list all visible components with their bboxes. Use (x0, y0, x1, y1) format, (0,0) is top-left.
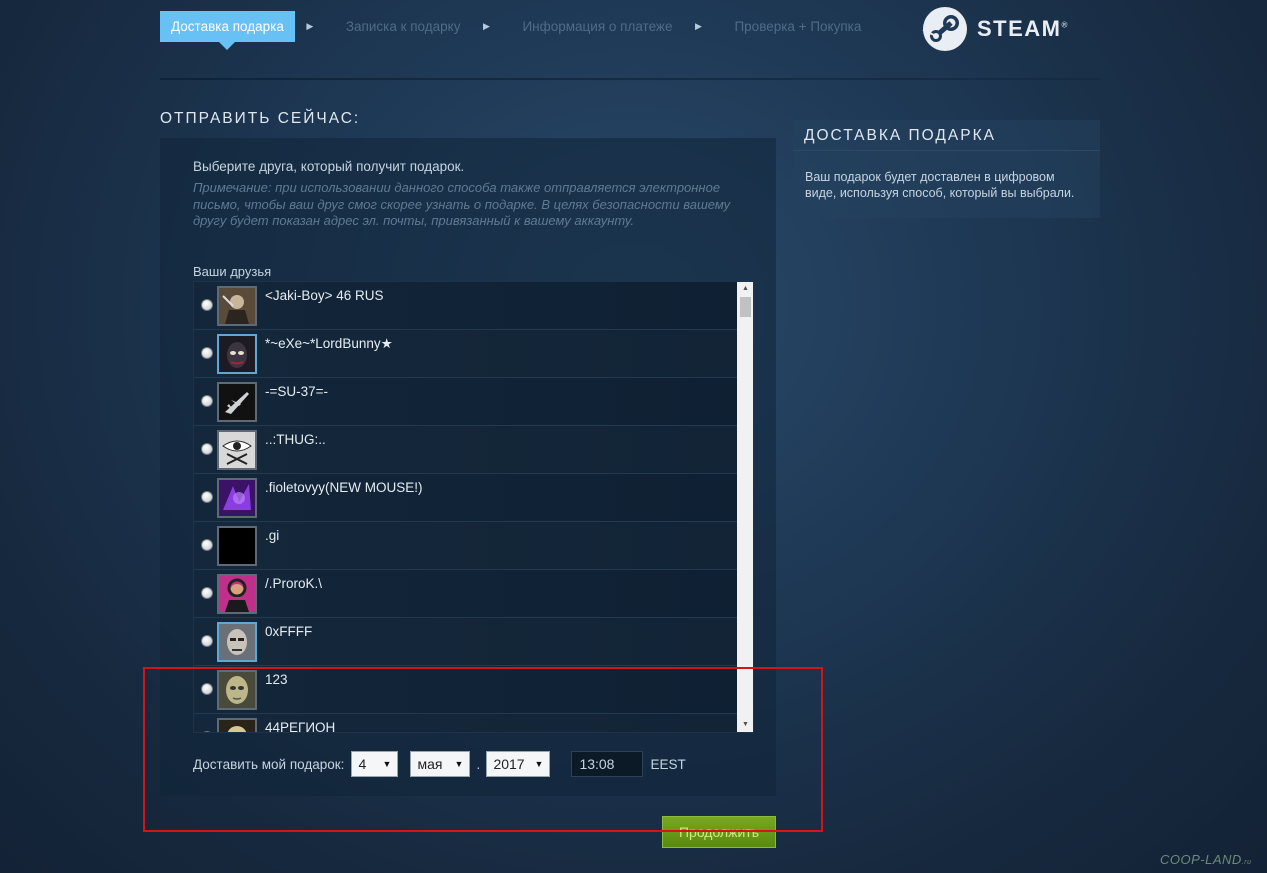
friends-scrollbar[interactable]: ▲ ▼ (737, 282, 753, 732)
warrior-avatar (217, 286, 257, 326)
friend-radio[interactable] (201, 299, 213, 311)
friend-radio[interactable] (201, 491, 213, 503)
friend-name: 44РЕГИОН (265, 720, 336, 733)
step-payment-info[interactable]: Информация о платеже (511, 11, 683, 42)
friend-radio[interactable] (201, 395, 213, 407)
purple-abstract-avatar (217, 478, 257, 518)
email-notice: Примечание: при использовании данного сп… (193, 180, 731, 228)
scroll-up-arrow-icon[interactable]: ▲ (737, 282, 753, 296)
friends-list-label: Ваши друзья (193, 264, 272, 279)
send-now-heading: ОТПРАВИТЬ СЕЙЧАС: (160, 110, 361, 127)
watermark: COOP-LAND.ru (1160, 852, 1252, 867)
friend-radio[interactable] (201, 443, 213, 455)
friend-radio[interactable] (201, 539, 213, 551)
friend-row[interactable]: *~eXe~*LordBunny★ (194, 330, 737, 378)
friend-row[interactable]: -=SU-37=- (194, 378, 737, 426)
steam-wordmark: STEAM® (977, 16, 1069, 41)
friend-row[interactable]: .fioletovyy(NEW MOUSE!) (194, 474, 737, 522)
year-select[interactable]: 2017 ▼ (486, 751, 551, 777)
eye-symbol-avatar (217, 430, 257, 470)
info-box-text: Ваш подарок будет доставлен в цифровом в… (805, 170, 1075, 200)
select-friend-instruction: Выберите друга, который получит подарок. (193, 159, 465, 174)
header-divider (160, 78, 1100, 80)
scroll-thumb[interactable] (740, 297, 751, 317)
friend-name: *~eXe~*LordBunny★ (265, 336, 393, 351)
skull-avatar (217, 718, 257, 732)
friend-row[interactable]: /.ProroK.\ (194, 570, 737, 618)
friend-row[interactable]: 123 (194, 666, 737, 714)
alien-face-avatar (217, 670, 257, 710)
chevron-down-icon: ▼ (382, 759, 392, 769)
steam-logo-icon (922, 7, 967, 51)
friend-row[interactable]: .gi (194, 522, 737, 570)
friend-name: 123 (265, 672, 288, 687)
step-gift-delivery[interactable]: Доставка подарка (160, 11, 295, 50)
face-portrait-avatar (217, 622, 257, 662)
gift-recipient-panel: Выберите друга, который получит подарок.… (160, 138, 776, 796)
step-arrow-icon: ▶ (483, 21, 490, 31)
friend-radio[interactable] (201, 587, 213, 599)
friend-name: .fioletovyy(NEW MOUSE!) (265, 480, 423, 495)
steam-logo[interactable]: STEAM® (922, 6, 1069, 52)
gift-delivery-info-box: ДОСТАВКА ПОДАРКА Ваш подарок будет доста… (793, 120, 1100, 218)
friend-row[interactable]: <Jaki-Boy> 46 RUS (194, 282, 737, 330)
day-select[interactable]: 4 ▼ (351, 751, 399, 777)
day-value: 4 (358, 756, 367, 772)
friends-list: <Jaki-Boy> 46 RUS *~eXe~*LordBunny★ -=SU-3… (193, 281, 754, 733)
delivery-date-row: Доставить мой подарок: 4 ▼ мая ▼ . 2017 … (193, 751, 686, 777)
masked-face-avatar (217, 334, 257, 374)
jet-fighter-avatar (217, 382, 257, 422)
scroll-down-arrow-icon[interactable]: ▼ (737, 718, 753, 732)
black-square-avatar (217, 526, 257, 566)
date-separator: . (476, 756, 481, 772)
checkout-steps: Доставка подарка ▶ Записка к подарку ▶ И… (160, 11, 872, 50)
friend-radio[interactable] (201, 347, 213, 359)
step-gift-note[interactable]: Записка к подарку (335, 11, 472, 42)
friend-name: -=SU-37=- (265, 384, 329, 399)
step-arrow-icon: ▶ (695, 21, 702, 31)
time-input[interactable]: 13:08 (571, 751, 644, 777)
step-arrow-icon: ▶ (306, 21, 314, 31)
month-value: мая (417, 756, 443, 772)
friend-radio[interactable] (201, 683, 213, 695)
info-box-title: ДОСТАВКА ПОДАРКА (793, 120, 1100, 151)
friend-name: ..:THUG:.. (265, 432, 326, 447)
friend-name: .gi (265, 528, 280, 543)
month-select[interactable]: мая ▼ (410, 751, 471, 777)
friend-row[interactable]: 0xFFFF (194, 618, 737, 666)
continue-button[interactable]: Продолжить (662, 816, 776, 848)
friend-radio[interactable] (201, 731, 213, 732)
chevron-down-icon: ▼ (534, 759, 544, 769)
friend-radio[interactable] (201, 635, 213, 647)
pink-portrait-avatar (217, 574, 257, 614)
friend-name: /.ProroK.\ (265, 576, 323, 591)
friend-row[interactable]: 44РЕГИОН (194, 714, 737, 733)
friend-name: <Jaki-Boy> 46 RUS (265, 288, 384, 303)
year-value: 2017 (493, 756, 525, 772)
timezone-label: EEST (650, 756, 686, 772)
chevron-down-icon: ▼ (454, 759, 464, 769)
friend-name: 0xFFFF (265, 624, 313, 639)
step-review-purchase[interactable]: Проверка + Покупка (723, 11, 872, 42)
friend-row[interactable]: ..:THUG:.. (194, 426, 737, 474)
deliver-gift-label: Доставить мой подарок: (193, 756, 345, 772)
friend-list-rows: <Jaki-Boy> 46 RUS *~eXe~*LordBunny★ -=SU-3… (194, 282, 737, 733)
